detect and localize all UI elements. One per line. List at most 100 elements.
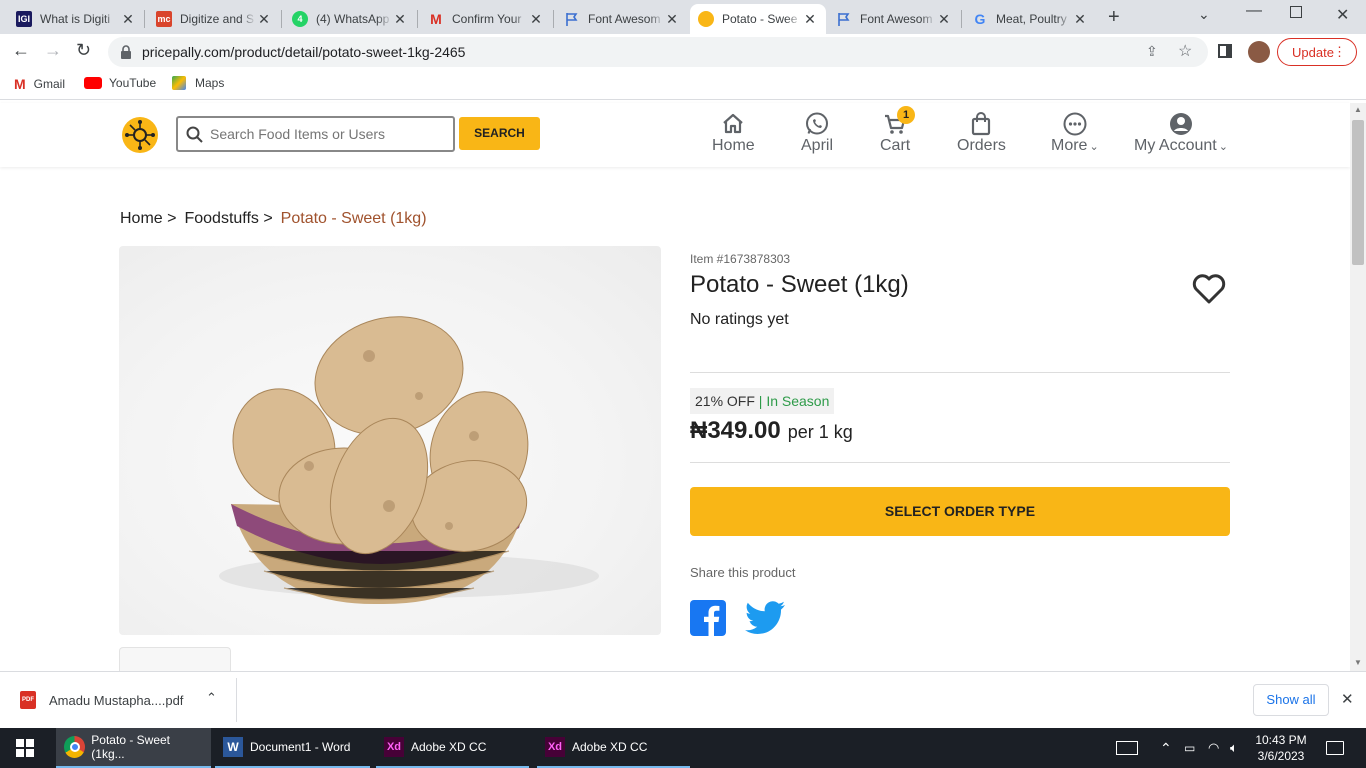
twitter-icon[interactable] [745, 601, 785, 640]
volume-icon[interactable]: 🔈︎ [1222, 728, 1246, 768]
facebook-icon[interactable] [690, 600, 726, 641]
date-text: 3/6/2023 [1257, 749, 1305, 763]
nav-user[interactable]: April [801, 111, 833, 155]
browser-tab[interactable]: IGI What is Digiti ✕ [8, 4, 144, 34]
browser-tab[interactable]: G Meat, Poultry ✕ [964, 4, 1096, 34]
browser-tab[interactable]: mc Digitize and S ✕ [148, 4, 280, 34]
adobe-xd-icon: Xd [545, 737, 565, 757]
select-order-type-button[interactable]: SELECT ORDER TYPE [690, 487, 1230, 536]
show-all-button[interactable]: Show all [1253, 684, 1329, 716]
nav-more[interactable]: More ⌄ [1051, 111, 1099, 155]
nav-label: My Account [1134, 137, 1217, 154]
notifications-icon[interactable] [1318, 728, 1352, 768]
close-tab-icon[interactable]: ✕ [256, 11, 272, 28]
browser-tab[interactable]: Font Awesom ✕ [556, 4, 688, 34]
taskbar-label: Document1 - Word [250, 740, 351, 754]
browser-tab-strip: IGI What is Digiti ✕ mc Digitize and S ✕… [0, 0, 1366, 34]
bookmark-gmail[interactable]: M Gmail [14, 76, 65, 92]
price-row: ₦349.00 per 1 kg [690, 417, 853, 445]
nav-account[interactable]: My Account ⌄ [1134, 111, 1228, 155]
gmail-icon: M [430, 11, 442, 27]
taskbar-label: Potato - Sweet (1kg... [91, 733, 171, 761]
pricepally-logo[interactable] [122, 117, 158, 153]
close-tab-icon[interactable]: ✕ [120, 11, 136, 28]
taskbar-word[interactable]: W Document1 - Word [215, 728, 370, 768]
restore-icon[interactable] [1290, 6, 1302, 18]
taskbar-adobe-xd[interactable]: Xd Adobe XD CC [376, 728, 529, 768]
nav-label: Cart [880, 137, 911, 154]
product-image[interactable] [119, 246, 661, 635]
search-box[interactable] [176, 116, 455, 152]
bookmark-star-icon[interactable]: ☆ [1178, 41, 1192, 61]
forward-icon[interactable]: → [44, 40, 62, 61]
close-tab-icon[interactable]: ✕ [528, 11, 544, 28]
chevron-up-icon[interactable]: ⌃ [206, 690, 217, 706]
discount-badge: 21% OFF | In Season [690, 388, 835, 414]
close-tab-icon[interactable]: ✕ [1072, 11, 1088, 28]
breadcrumb: Home > Foodstuffs > Potato - Sweet (1kg) [120, 210, 427, 228]
browser-tab[interactable]: M Confirm Your ✕ [420, 4, 552, 34]
chrome-icon [64, 736, 86, 758]
scroll-down-icon[interactable]: ▼ [1354, 658, 1362, 667]
breadcrumb-category[interactable]: Foodstuffs > [184, 210, 272, 228]
breadcrumb-home[interactable]: Home > [120, 210, 176, 228]
close-downloads-icon[interactable]: ✕ [1341, 690, 1354, 708]
cart-count-badge: 1 [897, 106, 915, 124]
nav-cart[interactable]: Cart 1 [880, 106, 915, 155]
bookmark-youtube[interactable]: YouTube [84, 76, 156, 90]
scrollbar-thumb[interactable] [1352, 120, 1364, 265]
price-unit: per 1 kg [787, 422, 853, 442]
bookmark-label: YouTube [109, 76, 157, 90]
flag-icon [564, 11, 580, 27]
avatar[interactable] [1248, 41, 1270, 63]
discount-text: 21% OFF [695, 393, 755, 409]
download-filename[interactable]: Amadu Mustapha....pdf [49, 693, 183, 708]
search-button[interactable]: SEARCH [459, 117, 540, 150]
close-tab-icon[interactable]: ✕ [802, 11, 818, 28]
tab-title: Confirm Your [452, 12, 522, 26]
nav-home[interactable]: Home [712, 111, 755, 155]
update-button[interactable]: Update ⋮ [1277, 38, 1357, 66]
taskbar-adobe-xd[interactable]: Xd Adobe XD CC [537, 728, 690, 768]
igi-icon: IGI [16, 11, 32, 27]
side-panel-icon[interactable] [1218, 44, 1232, 58]
clock[interactable]: 10:43 PM 3/6/2023 [1250, 732, 1312, 764]
keyboard-icon[interactable] [1108, 728, 1146, 768]
chevron-down-icon: ⌄ [1218, 141, 1228, 153]
bookmark-maps[interactable]: Maps [172, 76, 224, 90]
minimize-icon[interactable]: — [1246, 2, 1262, 20]
close-tab-icon[interactable]: ✕ [392, 11, 408, 28]
back-icon[interactable]: ← [12, 40, 30, 61]
taskbar-chrome[interactable]: Potato - Sweet (1kg... [56, 728, 211, 768]
reload-icon[interactable]: ↻ [76, 40, 91, 61]
page-scrollbar[interactable]: ▲ ▼ [1350, 103, 1366, 671]
gmail-icon: M [14, 76, 26, 92]
scroll-up-icon[interactable]: ▲ [1354, 105, 1362, 114]
season-text: In Season [766, 393, 830, 409]
share-icon[interactable]: ⇪ [1146, 43, 1158, 60]
browser-tab[interactable]: Font Awesom ✕ [828, 4, 960, 34]
url-text: pricepally.com/product/detail/potato-swe… [142, 44, 466, 60]
close-tab-icon[interactable]: ✕ [664, 11, 680, 28]
search-input[interactable] [210, 124, 445, 144]
product-thumbnail[interactable] [119, 647, 231, 671]
nav-orders[interactable]: Orders [957, 111, 1006, 155]
time-text: 10:43 PM [1255, 733, 1307, 747]
new-tab-icon[interactable]: + [1108, 6, 1120, 29]
more-dots-icon [1063, 112, 1087, 136]
close-tab-icon[interactable]: ✕ [936, 11, 952, 28]
bookmark-label: Gmail [33, 77, 66, 91]
tab-search-icon[interactable]: ⌄ [1198, 6, 1210, 23]
whatsapp-icon: 4 [292, 11, 308, 27]
address-bar[interactable]: pricepally.com/product/detail/potato-swe… [108, 37, 1208, 67]
google-icon: G [974, 11, 986, 27]
windows-start-icon[interactable] [8, 728, 42, 768]
browser-tab[interactable]: 4 (4) WhatsApp ✕ [284, 4, 416, 34]
product-title: Potato - Sweet (1kg) [690, 271, 909, 298]
close-window-icon[interactable]: ✕ [1336, 5, 1349, 25]
divider [690, 372, 1230, 373]
wishlist-heart-icon[interactable] [1192, 273, 1226, 310]
browser-tab-active[interactable]: Potato - Swee ✕ [690, 4, 826, 34]
lock-icon [120, 45, 132, 64]
tab-title: Font Awesom [860, 12, 933, 26]
